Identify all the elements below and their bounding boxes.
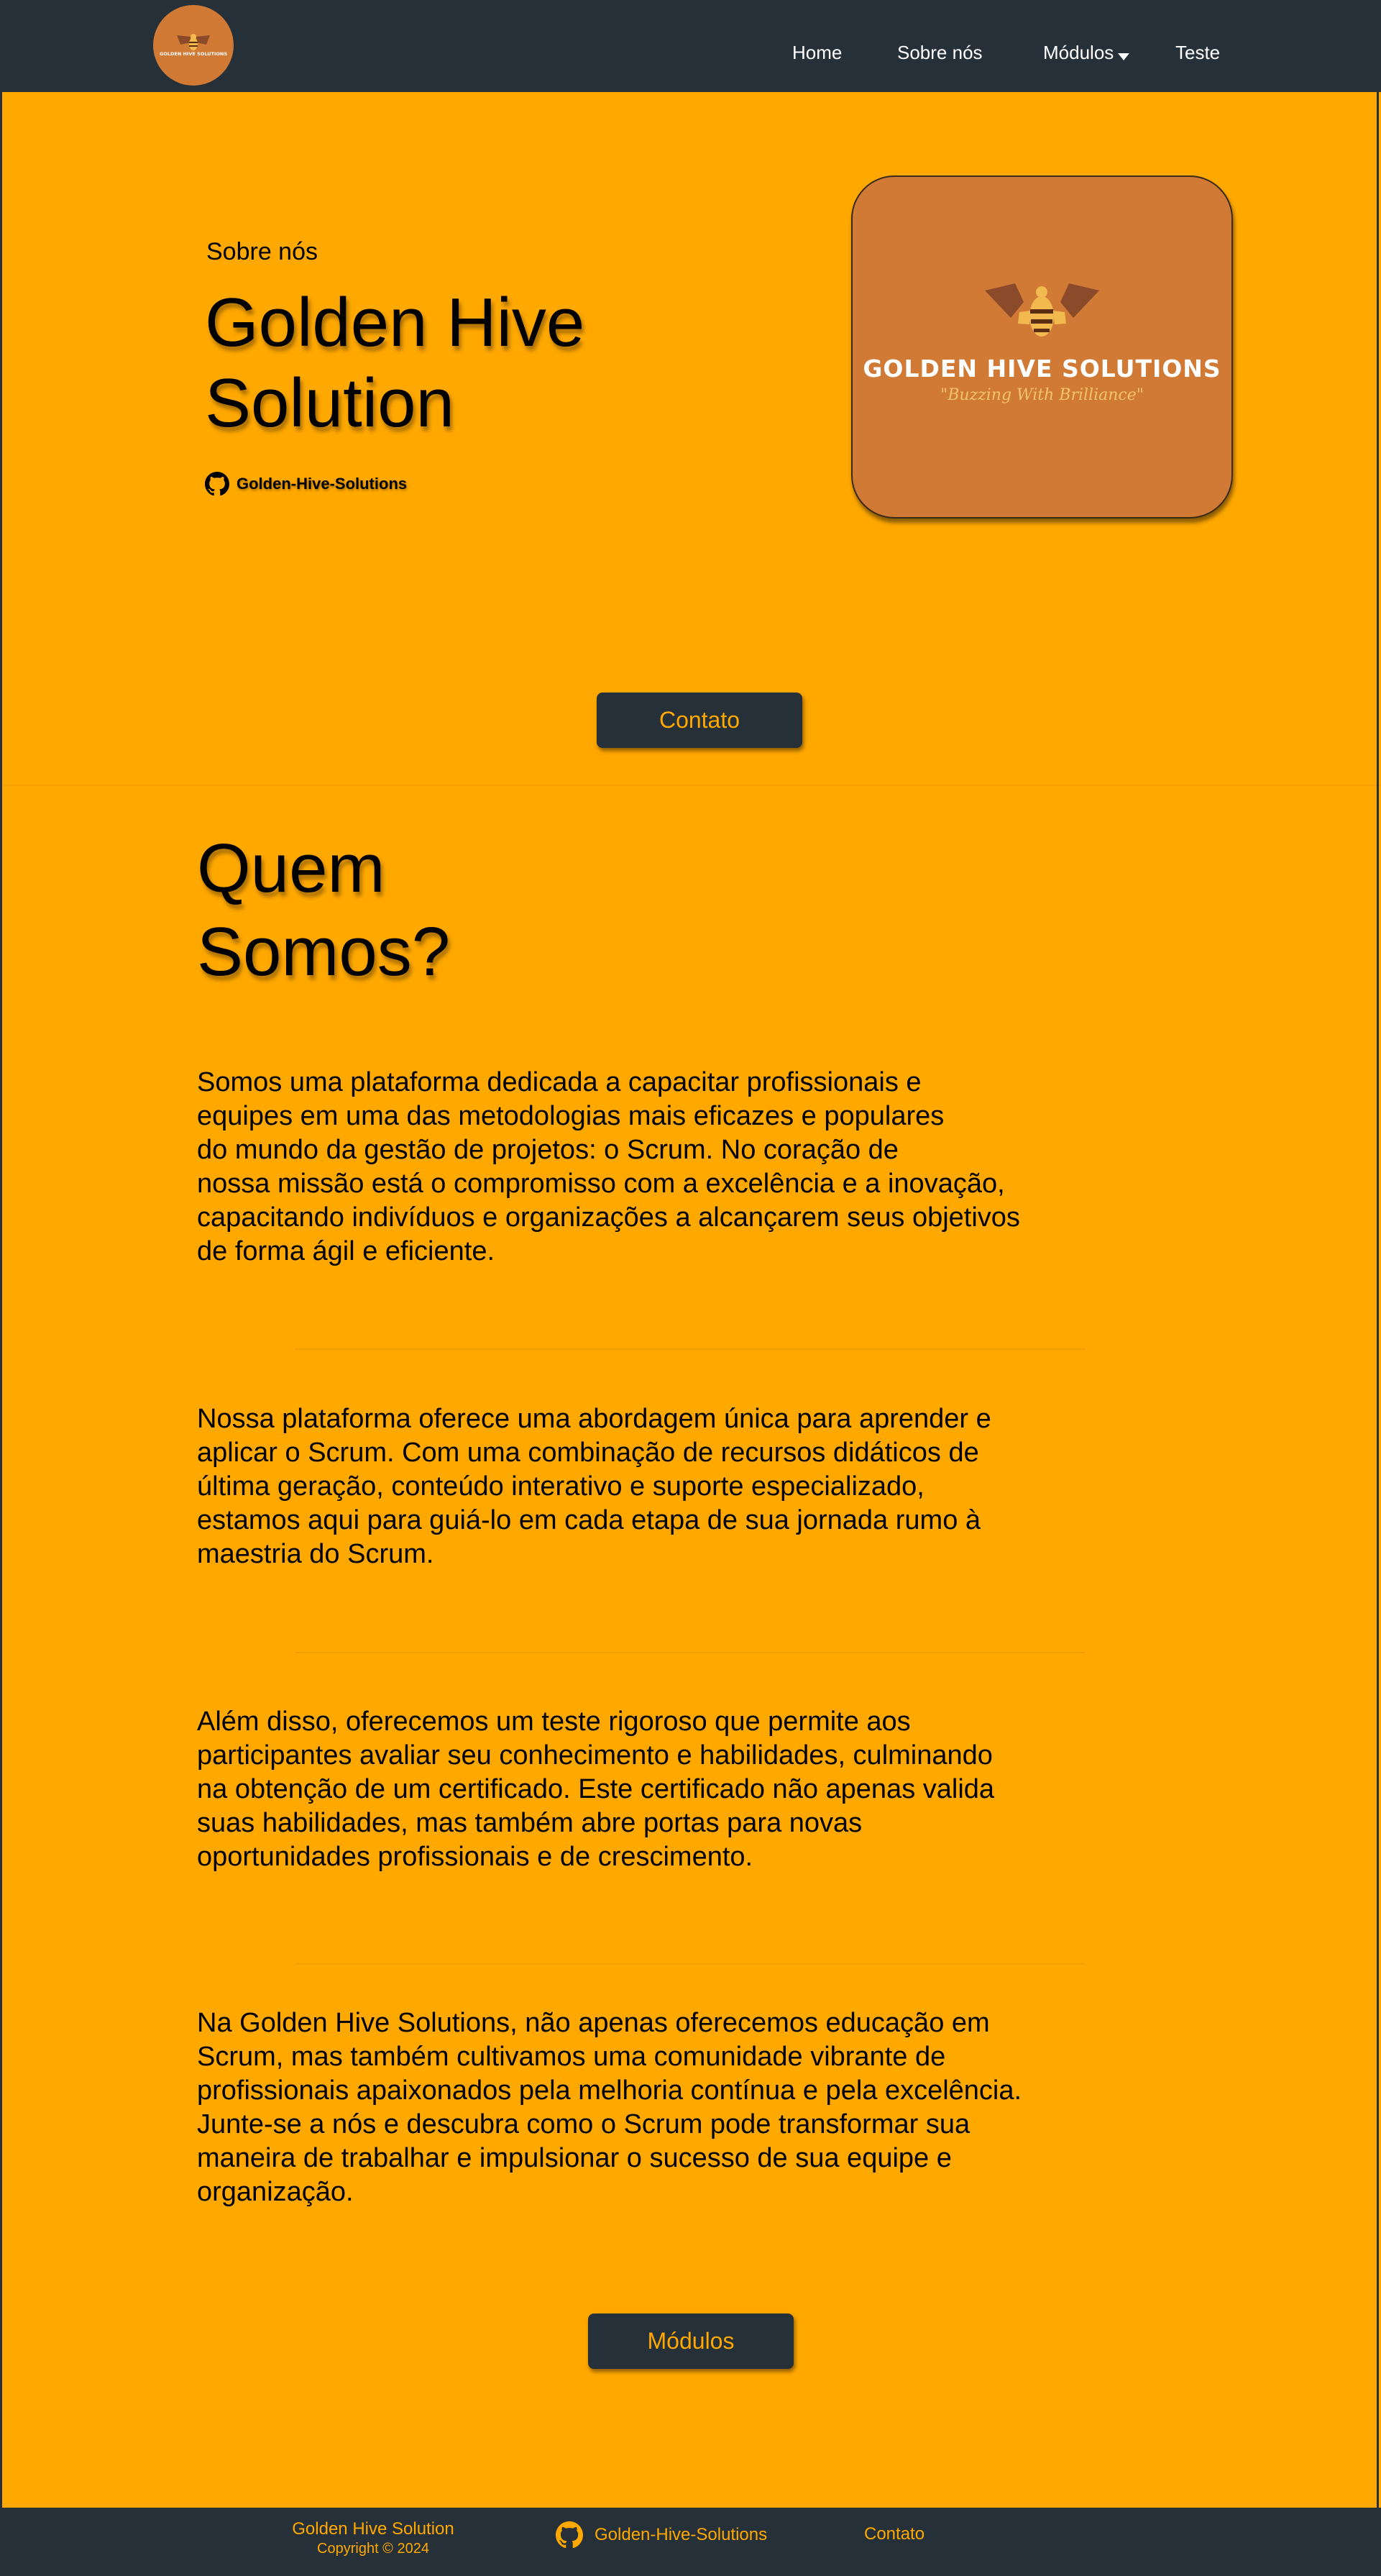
paragraph-line: Nossa plataforma oferece uma abordagem ú… [197, 1404, 991, 1434]
hero-title: Golden Hive Solution [205, 283, 651, 444]
bee-icon [177, 34, 210, 50]
footer-github-label: Golden-Hive-Solutions [595, 2525, 768, 2544]
hero-eyebrow: Sobre nós [206, 238, 318, 265]
paragraph-line: na obtenção de um certificado. Este cert… [197, 1774, 995, 1804]
paragraph-line: Junte-se a nós e descubra como o Scrum p… [197, 2109, 971, 2139]
paragraph-line: aplicar o Scrum. Com uma combinação de r… [197, 1438, 979, 1468]
paragraph-line: organização. [197, 2177, 354, 2207]
footer-copyright: Copyright © 2024 [317, 2541, 429, 2557]
paragraph-line: capacitando indivíduos e organizações a … [197, 1202, 1020, 1233]
paragraph-line: do mundo da gestão de projetos: o Scrum.… [197, 1135, 899, 1165]
paragraph-line: oportunidades profissionais e de crescim… [197, 1842, 753, 1872]
contato-button[interactable]: Contato [597, 693, 802, 748]
hero-github-link[interactable]: Golden-Hive-Solutions [205, 470, 407, 498]
paragraph-line: nossa missão está o compromisso com a ex… [197, 1169, 1005, 1199]
nav-sobre-nos[interactable]: Sobre nós [897, 42, 983, 63]
about-paragraph-3: Além disso, oferecemos um teste rigoroso… [197, 1705, 1081, 1874]
about-paragraph-2: Nossa plataforma oferece uma abordagem ú… [197, 1402, 1081, 1571]
navbar: GOLDEN HIVE SOLUTIONS Home Sobre nós Mód… [0, 0, 1381, 92]
paragraph-line: Além disso, oferecemos um teste rigoroso… [197, 1707, 911, 1737]
nav-modulos-dropdown[interactable]: Módulos [1043, 42, 1130, 63]
nav-teste[interactable]: Teste [1175, 42, 1220, 63]
paragraph-line: profissionais apaixonados pela melhoria … [197, 2075, 1022, 2106]
paragraph-divider [295, 1963, 1086, 1965]
about-paragraph-4: Na Golden Hive Solutions, não apenas ofe… [197, 2006, 1081, 2209]
hero-title-line1: Golden Hive [205, 284, 585, 361]
paragraph-line: de forma ágil e eficiente. [197, 1236, 495, 1266]
github-icon [556, 2521, 583, 2549]
about-paragraph-1: Somos uma plataforma dedicada a capacita… [197, 1066, 1081, 1269]
paragraph-divider [295, 1652, 1086, 1653]
about-title-line1: Quem [197, 830, 385, 907]
paragraph-line: estamos aqui para guiá-lo em cada etapa … [197, 1505, 981, 1535]
about-title: Quem Somos? [197, 827, 628, 994]
modulos-button[interactable]: Módulos [588, 2314, 794, 2369]
bee-icon [985, 283, 1099, 337]
about-title-line2: Somos? [197, 913, 451, 990]
paragraph-line: maestria do Scrum. [197, 1539, 434, 1569]
footer-contato-link[interactable]: Contato [864, 2524, 925, 2545]
nav-home[interactable]: Home [792, 42, 842, 63]
hero-card-title: GOLDEN HIVE SOLUTIONS [863, 355, 1221, 383]
paragraph-line: equipes em uma das metodologias mais efi… [197, 1101, 945, 1131]
logo-text: GOLDEN HIVE SOLUTIONS [159, 51, 228, 57]
paragraph-line: participantes avaliar seu conhecimento e… [197, 1740, 993, 1771]
caret-down-icon [1118, 53, 1130, 60]
paragraph-line: última geração, conteúdo interativo e su… [197, 1471, 925, 1502]
paragraph-line: Somos uma plataforma dedicada a capacita… [197, 1067, 922, 1097]
section-divider [0, 785, 1381, 786]
github-icon [205, 472, 229, 496]
paragraph-line: Scrum, mas também cultivamos uma comunid… [197, 2042, 946, 2072]
paragraph-line: Na Golden Hive Solutions, não apenas ofe… [197, 2008, 990, 2038]
nav-modulos-label: Módulos [1043, 42, 1114, 63]
footer-brand: Golden Hive Solution [292, 2519, 454, 2539]
paragraph-divider [295, 1348, 1086, 1350]
hero-github-label: Golden-Hive-Solutions [237, 475, 408, 493]
hero-card-tagline: "Buzzing With Brilliance" [940, 386, 1144, 404]
logo[interactable]: GOLDEN HIVE SOLUTIONS [153, 5, 234, 86]
paragraph-line: suas habilidades, mas também abre portas… [197, 1808, 863, 1838]
hero-logo-card: GOLDEN HIVE SOLUTIONS "Buzzing With Bril… [851, 175, 1233, 519]
hero-title-line2: Solution [205, 365, 454, 442]
footer-github-link[interactable]: Golden-Hive-Solutions [556, 2521, 767, 2549]
paragraph-line: maneira de trabalhar e impulsionar o suc… [197, 2143, 952, 2173]
